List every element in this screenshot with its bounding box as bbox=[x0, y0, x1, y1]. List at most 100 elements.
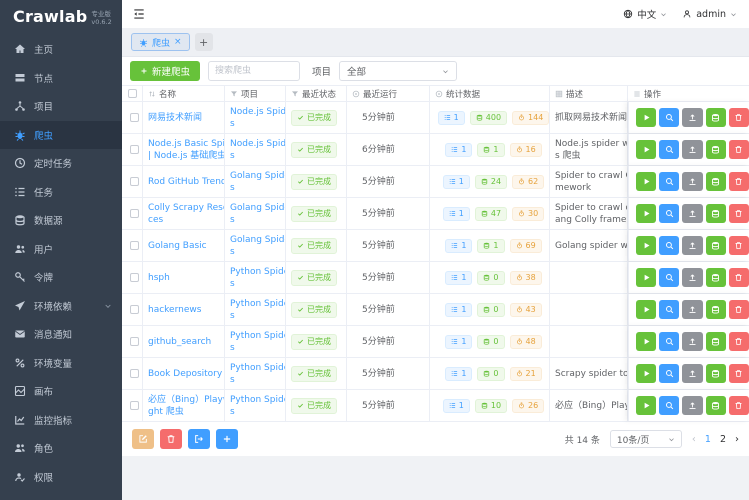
row-checkbox[interactable] bbox=[130, 145, 139, 154]
results-count-badge[interactable]: 0 bbox=[477, 270, 505, 285]
run-spider-button[interactable] bbox=[636, 140, 657, 159]
tasks-count-badge[interactable]: 1 bbox=[445, 238, 473, 253]
delete-spider-button[interactable] bbox=[728, 140, 749, 159]
tasks-count-badge[interactable]: 1 bbox=[445, 142, 473, 157]
duration-badge[interactable]: 48 bbox=[509, 334, 542, 349]
row-checkbox[interactable] bbox=[130, 241, 139, 250]
tasks-count-badge[interactable]: 1 bbox=[437, 110, 465, 125]
upload-files-button[interactable] bbox=[682, 332, 703, 351]
status-badge[interactable]: 已完成 bbox=[291, 269, 337, 286]
sidebar-item-sitemap[interactable]: 项目 bbox=[0, 92, 122, 121]
upload-files-button[interactable] bbox=[682, 172, 703, 191]
page-number-2[interactable]: 2 bbox=[720, 434, 726, 445]
row-checkbox[interactable] bbox=[130, 305, 139, 314]
duration-badge[interactable]: 21 bbox=[509, 366, 542, 381]
delete-spider-button[interactable] bbox=[728, 204, 749, 223]
view-spider-button[interactable] bbox=[659, 332, 680, 351]
next-page-button[interactable]: › bbox=[735, 434, 739, 445]
delete-spider-button[interactable] bbox=[728, 300, 749, 319]
run-spider-button[interactable] bbox=[636, 108, 657, 127]
run-spider-button[interactable] bbox=[636, 236, 657, 255]
view-spider-button[interactable] bbox=[659, 140, 680, 159]
view-data-button[interactable] bbox=[705, 204, 726, 223]
run-spider-button[interactable] bbox=[636, 332, 657, 351]
export-button[interactable] bbox=[188, 429, 210, 449]
duration-badge[interactable]: 43 bbox=[509, 302, 542, 317]
tasks-count-badge[interactable]: 1 bbox=[442, 398, 470, 413]
page-number-1[interactable]: 1 bbox=[705, 434, 711, 445]
project-link[interactable]: s bbox=[230, 374, 285, 386]
tasks-count-badge[interactable]: 1 bbox=[445, 302, 473, 317]
project-link[interactable]: s bbox=[230, 310, 285, 322]
sidebar-item-server[interactable]: 节点 bbox=[0, 64, 122, 93]
project-link[interactable]: s bbox=[230, 342, 285, 354]
results-count-badge[interactable]: 47 bbox=[474, 206, 508, 221]
project-link[interactable]: Python Spider bbox=[230, 298, 285, 310]
row-checkbox[interactable] bbox=[130, 369, 139, 378]
duration-badge[interactable]: 30 bbox=[512, 206, 545, 221]
results-count-badge[interactable]: 400 bbox=[469, 110, 508, 125]
sidebar-item-home[interactable]: 主页 bbox=[0, 35, 122, 64]
row-checkbox[interactable] bbox=[130, 401, 139, 410]
search-spider-input[interactable] bbox=[208, 61, 301, 81]
results-count-badge[interactable]: 10 bbox=[474, 398, 508, 413]
column-header[interactable]: 统计数据 bbox=[430, 86, 550, 101]
delete-spider-button[interactable] bbox=[728, 236, 749, 255]
tasks-count-badge[interactable]: 1 bbox=[445, 366, 473, 381]
sidebar-item-list[interactable]: 任务 bbox=[0, 178, 122, 207]
run-spider-button[interactable] bbox=[636, 172, 657, 191]
status-badge[interactable]: 已完成 bbox=[291, 365, 337, 382]
spider-name-link[interactable]: Colly Scrapy Resour bbox=[148, 202, 224, 214]
results-count-badge[interactable]: 0 bbox=[477, 334, 505, 349]
duration-badge[interactable]: 26 bbox=[512, 398, 545, 413]
duration-badge[interactable]: 38 bbox=[509, 270, 542, 285]
results-count-badge[interactable]: 1 bbox=[477, 238, 505, 253]
results-count-badge[interactable]: 0 bbox=[477, 302, 505, 317]
project-filter-select[interactable]: 全部 bbox=[339, 61, 458, 81]
sidebar-collapse-toggle[interactable] bbox=[132, 7, 146, 21]
view-data-button[interactable] bbox=[705, 236, 726, 255]
sidebar-item-percent[interactable]: 环境变量 bbox=[0, 349, 122, 378]
sidebar-item-canvas[interactable]: 画布 bbox=[0, 377, 122, 406]
project-link[interactable]: s bbox=[230, 118, 285, 130]
spider-name-link[interactable]: Book Depository bbox=[148, 368, 224, 380]
project-link[interactable]: Golang Spider bbox=[230, 202, 285, 214]
column-header[interactable]: 名称 bbox=[143, 86, 225, 101]
run-spider-button[interactable] bbox=[636, 204, 657, 223]
view-spider-button[interactable] bbox=[659, 108, 680, 127]
sidebar-item-envelope[interactable]: 消息通知 bbox=[0, 320, 122, 349]
view-data-button[interactable] bbox=[705, 332, 726, 351]
upload-files-button[interactable] bbox=[682, 108, 703, 127]
project-link[interactable]: Node.js Spider bbox=[230, 106, 285, 118]
page-size-select[interactable]: 10条/页 bbox=[609, 430, 682, 448]
tasks-count-badge[interactable]: 1 bbox=[442, 206, 470, 221]
spider-name-link[interactable]: ces bbox=[148, 214, 224, 226]
spider-name-link[interactable]: | Node.js 基础爬虫 bbox=[148, 150, 224, 162]
tab-close-icon[interactable]: × bbox=[174, 37, 182, 47]
tasks-count-badge[interactable]: 1 bbox=[442, 174, 470, 189]
run-spider-button[interactable] bbox=[636, 364, 657, 383]
project-link[interactable]: s bbox=[230, 246, 285, 258]
view-spider-button[interactable] bbox=[659, 204, 680, 223]
new-tab-button[interactable]: + bbox=[194, 33, 213, 51]
column-header[interactable]: 描述 bbox=[550, 86, 628, 101]
status-badge[interactable]: 已完成 bbox=[291, 397, 337, 414]
upload-files-button[interactable] bbox=[682, 300, 703, 319]
spider-name-link[interactable]: Golang Basic bbox=[148, 240, 224, 252]
row-checkbox[interactable] bbox=[130, 337, 139, 346]
view-data-button[interactable] bbox=[705, 300, 726, 319]
project-link[interactable]: Python Spider bbox=[230, 266, 285, 278]
spider-name-link[interactable]: github_search bbox=[148, 336, 224, 348]
project-link[interactable]: Golang Spider bbox=[230, 170, 285, 182]
upload-files-button[interactable] bbox=[682, 396, 703, 415]
project-link[interactable]: s bbox=[230, 278, 285, 290]
project-link[interactable]: Python Spider bbox=[230, 362, 285, 374]
duration-badge[interactable]: 69 bbox=[509, 238, 542, 253]
prev-page-button[interactable]: ‹ bbox=[692, 434, 696, 445]
view-data-button[interactable] bbox=[705, 172, 726, 191]
user-menu[interactable]: admin bbox=[682, 9, 737, 20]
status-badge[interactable]: 已完成 bbox=[291, 333, 337, 350]
view-data-button[interactable] bbox=[705, 108, 726, 127]
row-checkbox[interactable] bbox=[130, 177, 139, 186]
row-checkbox[interactable] bbox=[130, 273, 139, 282]
